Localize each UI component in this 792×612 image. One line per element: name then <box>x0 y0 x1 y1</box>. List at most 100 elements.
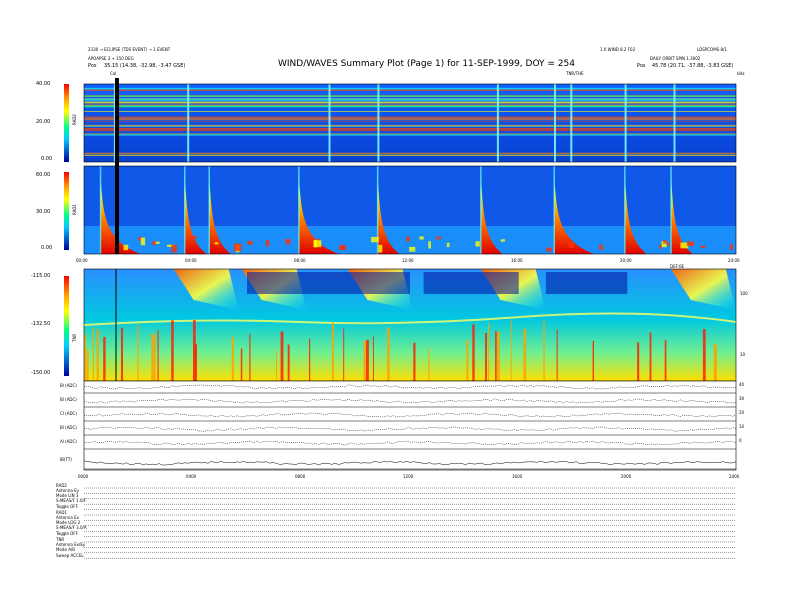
rad1-burst-line <box>480 166 482 254</box>
lines-xtick-6: 2400 <box>729 474 740 479</box>
tnr-spike <box>103 336 106 381</box>
rad1-ytick-bottom: 0.00 <box>41 245 53 251</box>
rad2-band <box>84 121 736 123</box>
rad1-blob <box>475 241 480 247</box>
rad2-burst <box>328 84 331 162</box>
rad2-band <box>84 95 736 97</box>
rad1-blob <box>191 236 197 239</box>
rad2-band <box>84 117 736 119</box>
tnr-dark-patch <box>545 272 628 294</box>
footer-row-3: S-MEAS/F 1.0/F <box>56 498 87 503</box>
rad1-burst-line <box>208 166 210 254</box>
rad2-burst <box>624 84 627 162</box>
rad1-blob <box>419 236 424 240</box>
lines-xtick-0: 0000 <box>78 474 89 479</box>
rad2-band <box>84 134 736 136</box>
rad1-ylabel: RAD1 <box>72 204 77 215</box>
tnr-spike <box>428 348 430 381</box>
rad1-burst-line <box>553 166 555 254</box>
rad2-band <box>84 101 736 104</box>
tnr-spike <box>466 339 469 381</box>
tnr-spike <box>372 336 374 381</box>
tnr-spike <box>715 346 717 381</box>
tnr-spike <box>664 340 667 381</box>
rad1-ytick-top: 60.00 <box>36 172 51 178</box>
rad2-ytick-mid: 20.00 <box>36 119 51 125</box>
lines-label-3: Bl (ADC) <box>60 425 77 430</box>
tnr-spike <box>649 332 652 381</box>
tnr-spike <box>495 331 497 381</box>
rad1-blob <box>500 239 505 242</box>
tnr-spike <box>171 320 174 381</box>
tnr-ytick-bottom: -150.00 <box>31 370 51 376</box>
tnr-spike <box>280 331 284 381</box>
lines-xtick-1: 0400 <box>186 474 197 479</box>
rad1-colorbar <box>64 172 69 250</box>
lines-xtick-4: 1600 <box>512 474 523 479</box>
tnr-dark-patch <box>423 272 519 294</box>
rad1-blob <box>729 243 733 250</box>
tnr-spike <box>363 341 367 381</box>
rad1-blob <box>341 246 345 251</box>
rad2-band <box>84 154 736 156</box>
rad1-right-marker: DEF:0E <box>670 264 685 269</box>
tnr-spike <box>287 344 290 381</box>
tnr-spike <box>96 329 99 381</box>
rad1-blob <box>313 240 322 248</box>
rad1-blob <box>436 236 442 240</box>
rad2-band <box>84 129 736 132</box>
footer-row-9: Toggle OFF <box>56 531 78 536</box>
rad2-band <box>84 128 736 129</box>
tnr-ytick-mid: -132.50 <box>31 321 51 327</box>
tnr-spike <box>92 327 94 381</box>
rad1-burst-line <box>184 166 186 254</box>
lines-right-tick-3: 10 <box>739 424 745 429</box>
rad1-xtick-6: 24:00 <box>728 258 740 263</box>
footer-row-8: S-MEAS/F 3.0/A <box>56 525 87 530</box>
cal-bar <box>115 78 119 254</box>
tnr-spike <box>488 323 490 381</box>
tnr-dark-patch <box>247 272 410 294</box>
tnr-panel <box>64 268 737 382</box>
rad1-blob <box>155 241 160 244</box>
rad1-blob <box>152 240 156 246</box>
tnr-spike <box>387 327 390 381</box>
rad2-burst <box>496 84 499 162</box>
rad2-band <box>84 105 736 106</box>
lines-right-tick-2: 20 <box>739 410 745 415</box>
rad2-ylabel: RAD2 <box>72 114 77 125</box>
rad2-band <box>84 89 736 91</box>
lines-label-0: Bl (ADC) <box>60 383 77 388</box>
rad2-burst <box>554 84 556 162</box>
rad1-blob <box>138 236 142 241</box>
lines-xtick-2: 0800 <box>295 474 306 479</box>
tnr-spike <box>86 349 89 381</box>
rad2-band <box>84 87 736 90</box>
tnr-spike <box>523 328 527 381</box>
tnr-spike <box>592 340 594 381</box>
footer-row-12: Mode A/B <box>56 547 76 552</box>
footer-lines <box>84 487 736 559</box>
tnr-right-tick-10: 10 <box>740 352 746 357</box>
tnr-spike <box>249 334 251 381</box>
lines-right-tick-0: 40 <box>739 382 745 387</box>
rad1-burst-line <box>298 166 300 254</box>
rad1-blob <box>546 247 552 252</box>
tnr-spike <box>137 324 139 381</box>
rad2-ytick-bottom: 0.00 <box>41 156 53 162</box>
rad1-blob <box>663 240 667 244</box>
summary-plot-svg <box>64 78 737 559</box>
rad2-burst <box>187 84 190 162</box>
rad1-xtick-2: 08:00 <box>294 258 306 263</box>
rad1-blob <box>371 236 379 243</box>
tnr-spike <box>194 343 197 381</box>
rad1-blob <box>285 238 291 245</box>
tnr-spike <box>240 348 243 381</box>
tnr-ylabel: TNR <box>72 333 77 342</box>
rad1-burst-line <box>670 166 672 254</box>
lines-label-2: Cl (ADC) <box>60 411 77 416</box>
rad2-band <box>84 133 736 135</box>
rad1-xtick-1: 04:00 <box>185 258 197 263</box>
lines-xtick-5: 2000 <box>621 474 632 479</box>
rad1-blob <box>568 242 574 248</box>
